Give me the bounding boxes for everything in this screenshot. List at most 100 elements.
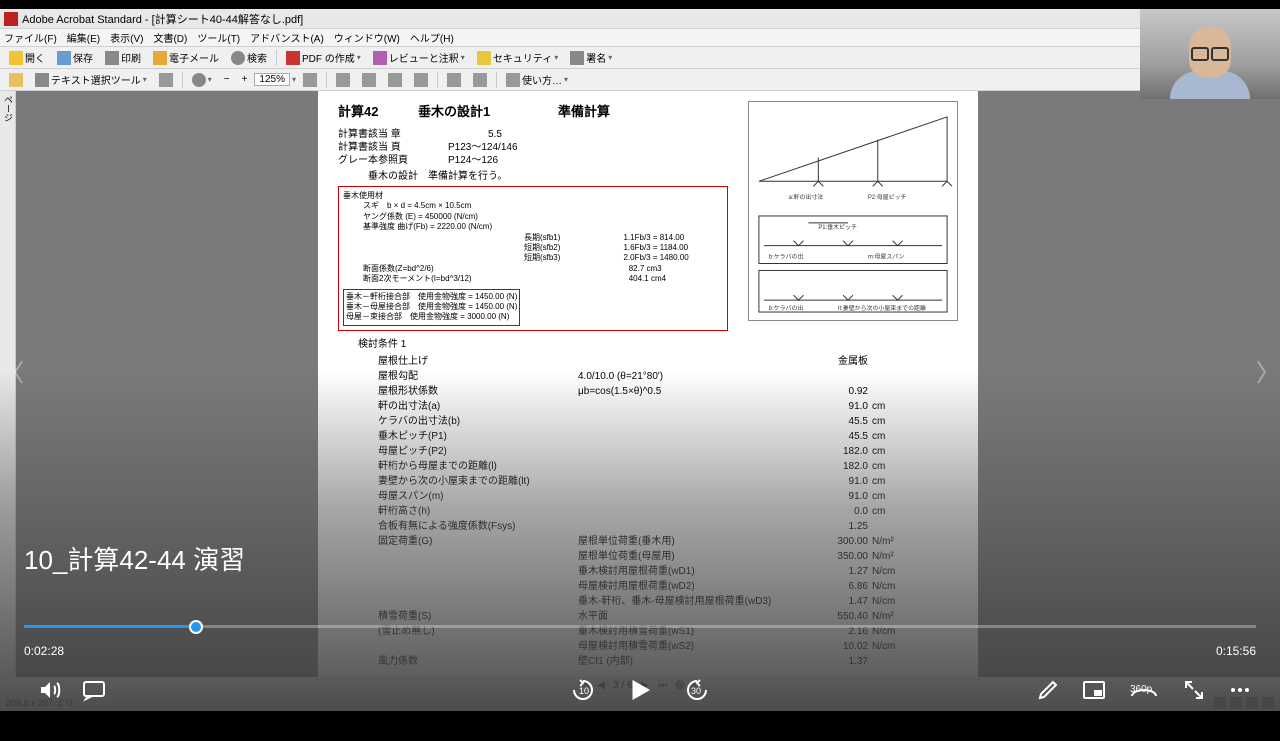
tool-g5[interactable]: [442, 71, 466, 89]
generic-icon: [336, 73, 350, 87]
svg-text:lt:妻壁から次の小屋束までの距離: lt:妻壁から次の小屋束までの距離: [838, 304, 926, 312]
menu-window[interactable]: ウィンドウ(W): [334, 30, 400, 45]
svg-text:b:ケラバの出: b:ケラバの出: [769, 304, 804, 312]
skip-back-button[interactable]: 10: [571, 678, 595, 702]
doc-title: 垂木の設計1: [418, 101, 558, 120]
review-icon: [373, 51, 387, 65]
zoom-icon: [192, 73, 206, 87]
more-options-button[interactable]: [1228, 678, 1252, 702]
progress-played: [24, 625, 196, 628]
nav-sidebar[interactable]: ページ: [0, 91, 16, 691]
review-button[interactable]: レビューと注釈▾: [368, 49, 470, 67]
open-button[interactable]: 開く: [4, 49, 50, 67]
param-row: ケラバの出寸法(b)45.5cm: [338, 414, 958, 429]
menubar: ファイル(F) 編集(E) 表示(V) 文書(D) ツール(T) アドバンスト(…: [0, 29, 1280, 47]
joint-box: 垂木－軒桁接合部 使用金物強度 = 1450.00 (N) 垂木－母屋接合部 使…: [343, 289, 520, 326]
generic-icon: [414, 73, 428, 87]
generic-icon: [473, 73, 487, 87]
skip-forward-button[interactable]: 30: [685, 678, 709, 702]
param-row: 屋根勾配4.0/10.0 (θ=21°80'): [338, 369, 958, 384]
doc-subtitle: 準備計算: [558, 101, 610, 120]
svg-text:10: 10: [579, 686, 589, 696]
menu-file[interactable]: ファイル(F): [4, 30, 57, 45]
pip-button[interactable]: [1082, 678, 1106, 702]
truss-diagram: a:軒の出寸法 P2:母屋ピッチ P1:垂木ピッチ b:ケラバの出 m:母屋スパ…: [748, 101, 958, 321]
print-button[interactable]: 印刷: [100, 49, 146, 67]
menu-document[interactable]: 文書(D): [153, 30, 187, 45]
sign-button[interactable]: 署名▾: [565, 49, 617, 67]
toolbar-secondary: テキスト選択ツール▾ ▾ − + 125%▾ 使い方…▾: [0, 69, 1280, 91]
volume-button[interactable]: [38, 678, 62, 702]
fit-button[interactable]: [298, 71, 322, 89]
zoom-value[interactable]: 125%: [254, 73, 290, 86]
svg-text:P1:垂木ピッチ: P1:垂木ピッチ: [818, 223, 857, 231]
param-row: 垂木ピッチ(P1)45.5cm: [338, 429, 958, 444]
document-viewport[interactable]: 計算42 垂木の設計1 準備計算 計算書該当 章5.5 計算書該当 頁P123～…: [16, 91, 1280, 691]
prev-video-button[interactable]: 〈: [2, 351, 22, 391]
svg-text:b:ケラバの出: b:ケラバの出: [769, 253, 804, 261]
edit-button[interactable]: [1036, 678, 1060, 702]
condition-label: 検討条件 1: [358, 335, 958, 350]
tool-g1[interactable]: [331, 71, 355, 89]
menu-edit[interactable]: 編集(E): [67, 30, 100, 45]
svg-text:m:母屋スパン: m:母屋スパン: [868, 254, 905, 261]
snapshot-tool[interactable]: [154, 71, 178, 89]
param-row: 合板有無による強度係数(Fsys)1.25: [338, 519, 958, 534]
play-button[interactable]: [625, 675, 655, 705]
caption-button[interactable]: [82, 678, 106, 702]
save-button[interactable]: 保存: [52, 49, 98, 67]
text-select-tool[interactable]: テキスト選択ツール▾: [30, 71, 152, 89]
acrobat-window: Adobe Acrobat Standard - [計算シート40-44解答なし…: [0, 9, 1280, 711]
fullscreen-button[interactable]: [1182, 678, 1206, 702]
quality-button[interactable]: 360p: [1128, 678, 1160, 702]
svg-text:30: 30: [691, 686, 701, 696]
param-row: 軒桁から母屋までの距離(l)182.0cm: [338, 459, 958, 474]
create-pdf-button[interactable]: PDF の作成▾: [281, 49, 366, 67]
zoom-in-button[interactable]: +: [237, 71, 253, 89]
menu-tools[interactable]: ツール(T): [197, 30, 240, 45]
tool-g2[interactable]: [357, 71, 381, 89]
search-button[interactable]: 検索: [226, 49, 272, 67]
video-progress[interactable]: [24, 625, 1256, 628]
param-row: 母屋検討用屋根荷重(wD2)6.86N/cm: [338, 579, 958, 594]
pdf-icon: [286, 51, 300, 65]
folder-icon: [9, 51, 23, 65]
menu-help[interactable]: ヘルプ(H): [410, 30, 454, 45]
presenter-webcam: [1140, 9, 1280, 99]
next-video-button[interactable]: 〉: [1258, 351, 1278, 391]
param-row: 垂木-軒桁、垂木-母屋検討用屋根荷重(wD3)1.47N/cm: [338, 594, 958, 609]
param-row: 積雪荷重(S)水平面550.40N/m²: [338, 609, 958, 624]
search-icon: [231, 51, 245, 65]
zoom-tool[interactable]: ▾: [187, 71, 217, 89]
menu-advanced[interactable]: アドバンスト(A): [250, 30, 324, 45]
window-title: Adobe Acrobat Standard - [計算シート40-44解答なし…: [22, 11, 303, 27]
hand-tool[interactable]: [4, 71, 28, 89]
zoom-out-button[interactable]: −: [219, 71, 235, 89]
generic-icon: [447, 73, 461, 87]
toolbar-main: 開く 保存 印刷 電子メール 検索 PDF の作成▾ レビューと注釈▾ セキュリ…: [0, 47, 1280, 69]
param-row: 母屋検討用積雪荷重(wS2)10.02N/cm: [338, 639, 958, 654]
video-controls: 10 30 360p: [0, 670, 1280, 710]
howto-button[interactable]: 使い方…▾: [501, 71, 573, 89]
email-button[interactable]: 電子メール: [148, 49, 224, 67]
param-row: 母屋スパン(m)91.0cm: [338, 489, 958, 504]
params-table: 屋根仕上げ金属板屋根勾配4.0/10.0 (θ=21°80')屋根形状係数μb=…: [338, 354, 958, 669]
save-icon: [57, 51, 71, 65]
tool-g4[interactable]: [409, 71, 433, 89]
material-box: 垂木使用材 スギ b × d = 4.5cm × 10.5cm ヤング係数 (E…: [338, 186, 728, 331]
titlebar: Adobe Acrobat Standard - [計算シート40-44解答なし…: [0, 9, 1280, 29]
tool-g6[interactable]: [468, 71, 492, 89]
security-button[interactable]: セキュリティ▾: [472, 49, 563, 67]
doc-calc-number: 計算42: [338, 101, 418, 120]
param-row: 母屋ピッチ(P2)182.0cm: [338, 444, 958, 459]
app-icon: [4, 12, 18, 26]
param-row: 軒桁高さ(h)0.0cm: [338, 504, 958, 519]
menu-view[interactable]: 表示(V): [110, 30, 143, 45]
param-row: 屋根単位荷重(母屋用)350.00N/m²: [338, 549, 958, 564]
param-row: 軒の出寸法(a)91.0cm: [338, 399, 958, 414]
sidebar-tab-pages[interactable]: ページ: [3, 95, 13, 122]
snapshot-icon: [159, 73, 173, 87]
progress-handle[interactable]: [189, 620, 203, 634]
tool-g3[interactable]: [383, 71, 407, 89]
param-row: 妻壁から次の小屋束までの距離(lt)91.0cm: [338, 474, 958, 489]
